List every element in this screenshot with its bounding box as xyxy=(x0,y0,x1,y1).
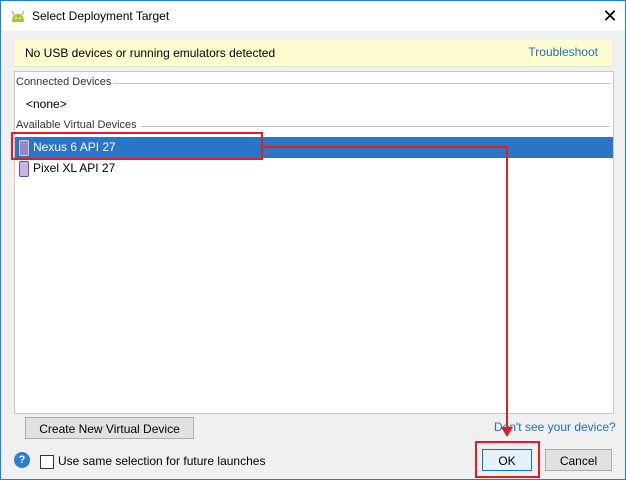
annotation-arrow-horizontal xyxy=(263,146,508,148)
section-divider xyxy=(141,126,610,127)
deployment-target-dialog: Select Deployment Target ✕ No USB device… xyxy=(0,0,626,480)
annotation-arrowhead xyxy=(501,427,513,437)
title-bar: Select Deployment Target ✕ xyxy=(1,1,625,31)
connected-devices-empty: <none> xyxy=(26,97,67,111)
same-selection-label[interactable]: Use same selection for future launches xyxy=(58,454,265,468)
cancel-button[interactable]: Cancel xyxy=(545,449,612,471)
banner-message: No USB devices or running emulators dete… xyxy=(25,46,276,60)
device-row-pixel-xl[interactable]: Pixel XL API 27 xyxy=(15,158,613,179)
no-devices-banner: No USB devices or running emulators dete… xyxy=(15,40,612,67)
close-icon: ✕ xyxy=(602,6,618,26)
annotation-highlight-device xyxy=(11,132,263,160)
help-icon[interactable]: ? xyxy=(14,452,30,468)
connected-devices-header: Connected Devices xyxy=(16,76,112,88)
android-icon xyxy=(11,10,25,22)
window-title: Select Deployment Target xyxy=(32,9,170,23)
annotation-highlight-ok xyxy=(475,441,540,478)
annotation-arrow-vertical xyxy=(506,146,508,428)
close-button[interactable]: ✕ xyxy=(595,1,625,31)
virtual-devices-header: Available Virtual Devices xyxy=(16,119,137,131)
device-list-panel: Connected Devices <none> Available Virtu… xyxy=(14,71,614,414)
same-selection-checkbox[interactable] xyxy=(40,455,54,469)
phone-icon xyxy=(19,161,29,177)
troubleshoot-link[interactable]: Troubleshoot xyxy=(528,45,598,59)
section-divider xyxy=(113,83,610,84)
create-virtual-device-button[interactable]: Create New Virtual Device xyxy=(25,417,194,439)
device-label: Pixel XL API 27 xyxy=(33,161,116,175)
